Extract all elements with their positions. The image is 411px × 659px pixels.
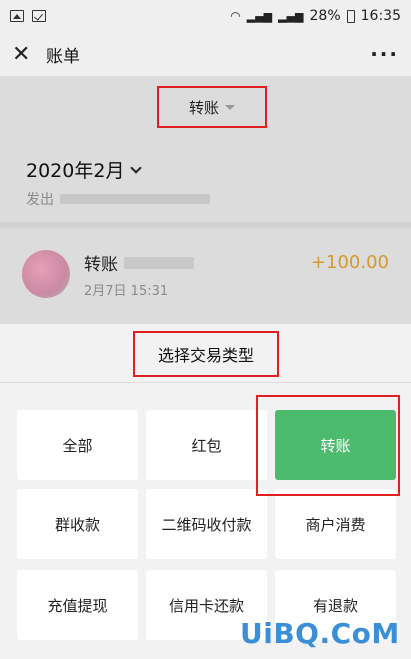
- gallery-icon: [10, 10, 24, 22]
- transaction-row[interactable]: 转账 2月7日 15:31 +100.00: [0, 228, 411, 308]
- sent-label: 发出: [26, 192, 54, 208]
- month-label: 2020年2月: [26, 160, 125, 182]
- close-icon[interactable]: ✕: [12, 42, 36, 67]
- type-option-topup-withdraw[interactable]: 充值提现: [17, 570, 138, 640]
- type-option-red-packet[interactable]: 红包: [146, 410, 267, 480]
- bill-list: 转账 2020年2月 发出 转账 2月7日 15:31 +100.00: [0, 76, 411, 324]
- caret-down-icon: [225, 104, 235, 110]
- transaction-amount: +100.00: [310, 252, 389, 273]
- page-title: 账单: [46, 46, 80, 67]
- more-options-icon[interactable]: ···: [370, 42, 399, 66]
- avatar: [22, 250, 70, 298]
- type-option-qr-payment[interactable]: 二维码收付款: [146, 489, 267, 559]
- status-bar: ◠ ▂▄▆ ▂▄▆ 28% 16:35: [0, 0, 411, 32]
- transaction-name: 转账: [84, 250, 194, 275]
- blurred-contact: [124, 256, 194, 269]
- transaction-type: 转账: [84, 255, 118, 275]
- blurred-amount: [60, 194, 210, 204]
- transaction-time: 2月7日 15:31: [84, 284, 169, 299]
- selection-highlight: [256, 395, 400, 496]
- transaction-type-sheet: 选择交易类型 全部 红包 转账 群收款 二维码收付款 商户消费 充值提现 信用卡…: [0, 324, 411, 659]
- chevron-down-icon: [130, 161, 143, 174]
- app-header: ✕ 账单 ···: [0, 32, 411, 76]
- battery-percent: 28%: [309, 8, 341, 24]
- type-option-merchant[interactable]: 商户消费: [275, 489, 396, 559]
- wifi-icon: ◠: [230, 9, 241, 23]
- watermark: UiBQ.CoM: [240, 617, 400, 650]
- month-selector[interactable]: 2020年2月: [26, 156, 143, 183]
- filter-label: 转账: [188, 98, 219, 117]
- transaction-type-filter[interactable]: 转账: [157, 86, 267, 128]
- task-check-icon: [32, 10, 46, 22]
- signal-icon-2: ▂▄▆: [278, 9, 304, 23]
- clock: 16:35: [360, 8, 401, 24]
- battery-icon: [346, 9, 355, 23]
- signal-icon: ▂▄▆: [246, 9, 273, 23]
- sent-summary: 发出: [26, 189, 210, 209]
- type-option-all[interactable]: 全部: [17, 410, 138, 480]
- type-option-group-collect[interactable]: 群收款: [17, 489, 138, 559]
